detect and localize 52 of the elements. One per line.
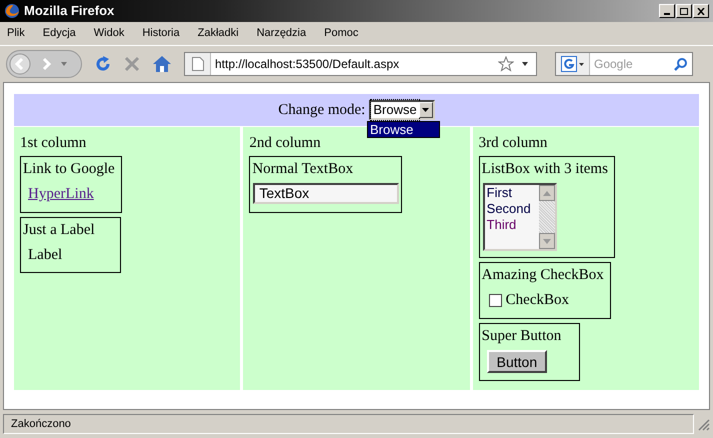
hyperlink[interactable]: HyperLink bbox=[28, 186, 94, 202]
panel-title: Amazing CheckBox bbox=[482, 266, 605, 285]
reload-icon[interactable] bbox=[94, 55, 112, 73]
minimize-button[interactable] bbox=[659, 4, 675, 18]
menu-item[interactable]: Zakładki bbox=[198, 25, 239, 42]
button[interactable]: Button bbox=[486, 350, 548, 372]
menu-item[interactable]: Widok bbox=[94, 25, 124, 42]
dropdown-option[interactable]: Browse bbox=[368, 122, 439, 137]
maximize-button[interactable] bbox=[676, 4, 692, 18]
text-field[interactable]: TextBox bbox=[253, 183, 400, 204]
dropdown-arrow-icon[interactable] bbox=[422, 108, 430, 112]
panel-title: Link to Google bbox=[23, 160, 116, 179]
back-icon[interactable] bbox=[9, 53, 31, 75]
list-item[interactable]: Third bbox=[486, 217, 539, 233]
search-placeholder: Google bbox=[594, 56, 633, 73]
list-item[interactable]: First bbox=[486, 185, 539, 201]
column-heading: 3rd column bbox=[478, 134, 548, 152]
maximize-icon[interactable] bbox=[680, 8, 688, 14]
checkbox-label: CheckBox bbox=[506, 291, 569, 310]
checkbox[interactable] bbox=[488, 294, 502, 307]
panel-title: Normal TextBox bbox=[252, 160, 354, 179]
window-title: Mozilla Firefox bbox=[24, 2, 114, 20]
page-icon bbox=[192, 57, 204, 71]
list-item[interactable]: Second bbox=[486, 201, 539, 217]
panel-title: Super Button bbox=[482, 326, 562, 346]
mode-select[interactable]: Browse bbox=[369, 100, 435, 120]
close-button[interactable] bbox=[693, 4, 709, 18]
back-forward-button[interactable] bbox=[6, 50, 82, 78]
list-box[interactable]: First Second Third bbox=[482, 183, 557, 251]
menu-item[interactable]: Narzędzia bbox=[256, 25, 306, 42]
menu-item[interactable]: Edycja bbox=[42, 25, 76, 42]
star-icon[interactable] bbox=[498, 56, 514, 72]
search-engine-icon[interactable] bbox=[561, 56, 577, 72]
label-text: Label bbox=[28, 246, 62, 262]
address-bar[interactable]: http://localhost:53500/Default.aspx bbox=[184, 52, 537, 76]
status-text: Zakończono bbox=[11, 416, 71, 432]
resize-grip-icon[interactable] bbox=[696, 417, 710, 431]
panel-title: ListBox with 3 items bbox=[482, 160, 609, 179]
menu-item[interactable]: Plik bbox=[7, 25, 25, 42]
panel-title: Just a Label bbox=[23, 220, 96, 240]
menu-item[interactable]: Historia bbox=[142, 25, 180, 42]
mode-label: Change mode: bbox=[278, 100, 366, 120]
column-heading: 1st column bbox=[20, 134, 88, 152]
home-icon[interactable] bbox=[152, 55, 172, 73]
dropdown-icon[interactable] bbox=[522, 62, 528, 66]
search-icon[interactable] bbox=[674, 58, 687, 70]
close-icon[interactable] bbox=[697, 8, 705, 14]
address-text: http://localhost:53500/Default.aspx bbox=[215, 56, 400, 73]
browser-logo-icon bbox=[4, 3, 20, 19]
column-heading: 2nd column bbox=[249, 134, 322, 152]
caret-icon[interactable] bbox=[579, 62, 584, 66]
menu-item[interactable]: Pomoc bbox=[324, 25, 358, 42]
